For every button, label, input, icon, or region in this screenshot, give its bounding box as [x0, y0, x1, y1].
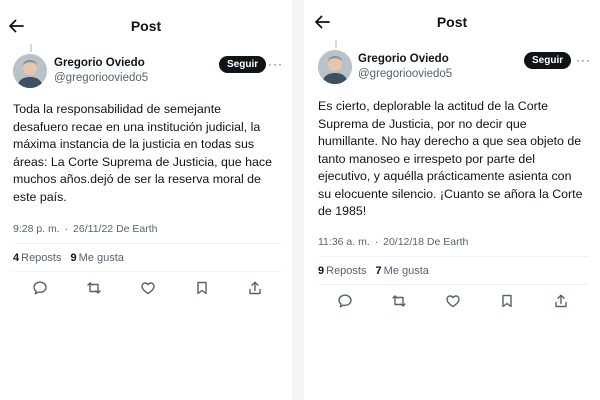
author-handle[interactable]: @gregoriooviedo5 [54, 72, 148, 84]
panel-divider [292, 0, 304, 400]
follow-button[interactable]: Seguir [524, 52, 572, 69]
right-post-screenshot: Post Gregorio Oviedo @gregoriooviedo5 Se… [304, 0, 600, 400]
divider [13, 271, 281, 272]
share-button[interactable] [247, 280, 265, 298]
reposts-count: 9 [318, 265, 325, 277]
reply-button[interactable] [32, 280, 50, 298]
action-bar [0, 280, 292, 300]
like-icon [140, 280, 158, 296]
post-date[interactable]: 20/12/18 [383, 236, 424, 248]
divider [13, 243, 281, 244]
post-time[interactable]: 11:36 a. m. [318, 236, 370, 248]
more-options-button[interactable]: ··· [576, 53, 591, 67]
likes-stat[interactable]: 7 Me gusta [376, 265, 429, 277]
repost-button[interactable] [86, 280, 104, 298]
page-title: Post [436, 14, 468, 30]
reposts-label: Reposts [21, 252, 62, 264]
reposts-label: Reposts [326, 265, 367, 277]
thread-line [335, 40, 337, 48]
author-handle[interactable]: @gregoriooviedo5 [358, 68, 452, 80]
likes-count: 7 [375, 265, 382, 277]
engagement-stats: 4 Reposts 9 Me gusta [13, 252, 130, 264]
meta-separator: · [374, 236, 379, 248]
top-bar: Post [0, 0, 292, 52]
post-meta: 11:36 a. m. · 20/12/18 De Earth [318, 236, 468, 248]
reposts-count: 4 [13, 252, 20, 264]
like-button[interactable] [445, 293, 463, 311]
likes-label: Me gusta [383, 265, 429, 277]
follow-button[interactable]: Seguir [219, 56, 267, 73]
engagement-stats: 9 Reposts 7 Me gusta [318, 265, 435, 277]
avatar[interactable] [13, 54, 47, 88]
post-date[interactable]: 26/11/22 [73, 223, 113, 235]
bookmark-icon [499, 293, 517, 309]
avatar[interactable] [318, 50, 352, 84]
post-text: Toda la responsabilidad de semejante des… [13, 102, 272, 204]
reposts-stat[interactable]: 4 Reposts [13, 252, 61, 264]
bookmark-icon [194, 280, 212, 296]
repost-button[interactable] [391, 293, 409, 311]
likes-stat[interactable]: 9 Me gusta [71, 252, 124, 264]
meta-separator: · [64, 223, 69, 235]
divider [318, 284, 588, 285]
post-meta: 9:28 p. m. · 26/11/22 De Earth [13, 223, 158, 235]
post-text: Es cierto, deplorable la actitud de la C… [318, 99, 583, 218]
repost-icon [391, 293, 409, 309]
reply-button[interactable] [337, 293, 355, 311]
like-icon [445, 293, 463, 309]
post-source: De Earth [116, 223, 158, 235]
likes-label: Me gusta [78, 252, 124, 264]
post-time[interactable]: 9:28 p. m. [13, 223, 60, 235]
repost-icon [86, 280, 104, 296]
likes-count: 9 [70, 252, 77, 264]
share-button[interactable] [553, 293, 571, 311]
reply-icon [337, 293, 355, 309]
share-icon [553, 293, 571, 309]
divider [318, 256, 588, 257]
reposts-stat[interactable]: 9 Reposts [318, 265, 366, 277]
post-source: De Earth [426, 236, 469, 248]
author-name[interactable]: Gregorio Oviedo [54, 57, 145, 69]
reply-icon [32, 280, 50, 296]
more-options-button[interactable]: ··· [268, 57, 283, 71]
like-button[interactable] [140, 280, 158, 298]
top-bar: Post [304, 0, 600, 48]
bookmark-button[interactable] [499, 293, 517, 311]
page-title: Post [130, 18, 162, 34]
action-bar [304, 293, 600, 313]
share-icon [247, 280, 265, 296]
author-name[interactable]: Gregorio Oviedo [358, 53, 449, 65]
bookmark-button[interactable] [194, 280, 212, 298]
thread-line [30, 44, 32, 52]
left-post-screenshot: Post Gregorio Oviedo @gregoriooviedo5 Se… [0, 0, 292, 400]
